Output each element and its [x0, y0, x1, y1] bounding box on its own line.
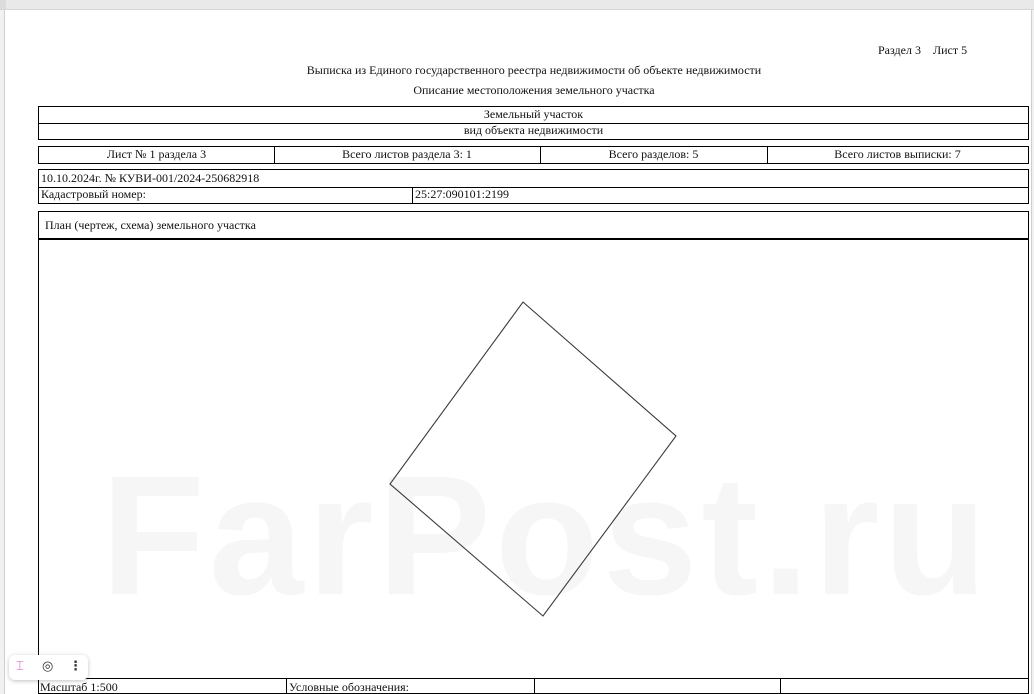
document-title: Выписка из Единого государственного реес…	[306, 63, 762, 77]
scale-label: Масштаб 1:500	[40, 680, 118, 694]
footer-row: Масштаб 1:500 Условные обозначения:	[38, 678, 1029, 694]
section-label: Раздел 3	[878, 43, 921, 57]
cadastral-table: 10.10.2024г. № КУВИ-001/2024-250682918 К…	[38, 169, 1029, 204]
footer-divider	[534, 679, 535, 693]
cadastral-label: Кадастровый номер:	[41, 187, 146, 201]
browser-top-strip	[0, 0, 1034, 10]
sheet-number: Лист № 1 раздела 3	[106, 147, 207, 161]
floating-toolbar: ⌶ ◎ ⋮	[9, 655, 88, 680]
top-strip-edge	[0, 0, 6, 9]
land-plot-outline	[389, 301, 677, 617]
document-page: FarPost.ru Раздел 3 Лист 5 Выписка из Еди…	[4, 10, 1032, 694]
plan-caption: План (чертеж, схема) земельного участка	[45, 218, 256, 232]
object-type-table: Земельный участок вид объекта недвижимос…	[38, 106, 1029, 140]
cadastral-divider-vertical	[412, 187, 413, 203]
cadastral-number: 25:27:090101:2199	[415, 187, 510, 201]
more-vertical-icon[interactable]: ⋮	[69, 659, 82, 675]
footer-divider	[286, 679, 287, 693]
land-plot-drawing	[389, 301, 677, 617]
total-extract-sheets: Всего листов выписки: 7	[834, 147, 961, 161]
camera-icon[interactable]: ◎	[42, 659, 53, 675]
sheets-row: Лист № 1 раздела 3 Всего листов раздела …	[38, 146, 1029, 164]
plan-drawing-area	[38, 239, 1029, 694]
legend-label: Условные обозначения:	[289, 680, 410, 694]
footer-divider	[780, 679, 781, 693]
text-select-icon[interactable]: ⌶	[16, 659, 24, 675]
total-section-sheets: Всего листов раздела 3: 1	[342, 147, 472, 161]
document-subtitle: Описание местоположения земельного участ…	[413, 83, 655, 97]
object-type-caption: вид объекта недвижимости	[463, 123, 604, 137]
plan-caption-box: План (чертеж, схема) земельного участка	[38, 211, 1029, 239]
object-type: Земельный участок	[483, 107, 584, 121]
extract-reference: 10.10.2024г. № КУВИ-001/2024-250682918	[41, 171, 260, 185]
total-sections: Всего разделов: 5	[608, 147, 699, 161]
sheet-label: Лист 5	[932, 43, 968, 57]
sheet-reference: Раздел 3 Лист 5	[878, 43, 967, 58]
